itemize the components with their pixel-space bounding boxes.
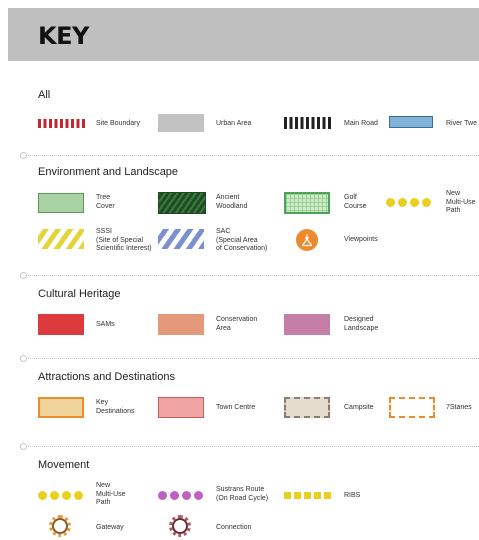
section-heading-all: All (38, 89, 51, 101)
multi-use-path-label: New Multi-Use Path (446, 190, 476, 214)
multi-use-path-symbol (386, 198, 431, 207)
golf-course-symbol (284, 192, 330, 214)
town-centre-symbol (158, 397, 204, 418)
multi-use-path-label: New Multi-Use Path (96, 482, 126, 506)
site-boundary-label: Site Boundary (96, 120, 140, 127)
section-heading-attractions: Attractions and Destinations (38, 371, 175, 383)
main-road-symbol (284, 117, 332, 129)
key-destinations-label: Key Destinations (96, 399, 135, 415)
main-road-label: Main Road (344, 120, 378, 127)
urban-area-label: Urban Area (216, 120, 252, 127)
viewpoints-label: Viewpoints (344, 236, 378, 243)
page-title: KEY (38, 22, 89, 50)
section-divider (26, 358, 479, 359)
campsite-symbol (284, 397, 330, 418)
ribs-symbol (284, 492, 332, 499)
ribs-label: RIBS (344, 492, 361, 499)
section-heading-cultural: Cultural Heritage (38, 288, 121, 300)
section-heading-movement: Movement (38, 459, 90, 471)
section-heading-environment: Environment and Landscape (38, 166, 179, 178)
ancient-woodland-symbol (158, 192, 206, 214)
conservation-area-symbol (158, 314, 204, 335)
connection-label: Connection (216, 524, 252, 531)
sams-label: SAMs (96, 321, 115, 328)
urban-area-symbol (158, 114, 204, 132)
designed-landscape-symbol (284, 314, 330, 335)
sac-label: SAC (Special Area of Conservation) (216, 228, 268, 252)
key-header: KEY (8, 8, 479, 61)
ancient-woodland-label: Ancient Woodland (216, 194, 248, 210)
sssi-label: SSSI (Site of Special Scientific Interes… (96, 228, 152, 252)
key-destinations-symbol (38, 397, 84, 418)
river-label: River Twe (446, 120, 477, 127)
tree-cover-symbol (38, 193, 84, 213)
viewpoint-icon (296, 229, 318, 251)
7stanes-symbol (389, 397, 435, 418)
campsite-label: Campsite (344, 404, 374, 411)
multi-use-path-symbol (38, 491, 83, 500)
section-divider (26, 155, 479, 156)
tree-cover-label: Tree Cover (96, 194, 115, 210)
sustrans-route-symbol (158, 491, 203, 500)
7stanes-label: 7Stanes (446, 404, 472, 411)
connection-ring-icon (169, 515, 191, 537)
sustrans-route-label: Sustrans Route (On Road Cycle) (216, 486, 269, 502)
river-symbol (389, 116, 433, 128)
gateway-label: Gateway (96, 524, 124, 531)
section-divider (26, 446, 479, 447)
designed-landscape-label: Designed Landscape (344, 316, 379, 332)
town-centre-label: Town Centre (216, 404, 256, 411)
conservation-area-label: Conservation Area (216, 316, 258, 332)
sssi-symbol (38, 229, 84, 249)
section-divider (26, 275, 479, 276)
sams-symbol (38, 314, 84, 335)
site-boundary-symbol (38, 119, 86, 128)
gateway-ring-icon (49, 515, 71, 537)
golf-course-label: Golf Course (344, 194, 367, 210)
sac-symbol (158, 229, 204, 249)
